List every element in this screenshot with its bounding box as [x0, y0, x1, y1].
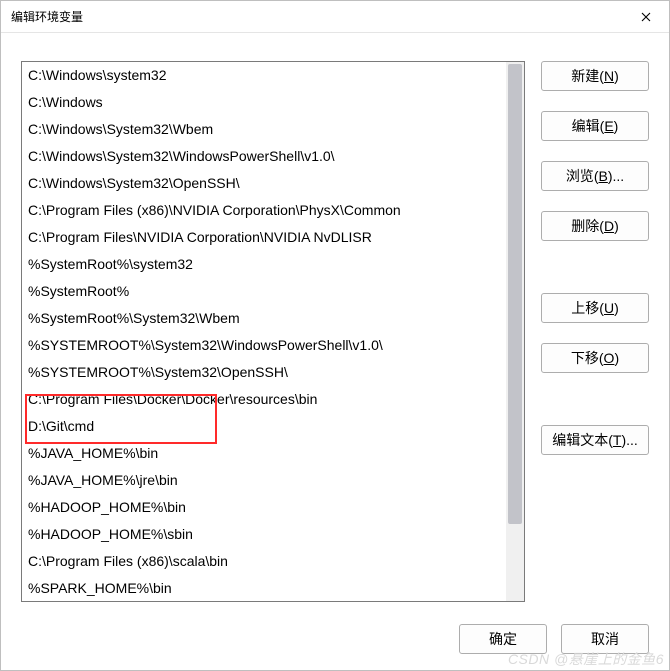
list-item[interactable]: C:\Windows\System32\WindowsPowerShell\v1… — [22, 143, 506, 170]
list-item[interactable]: %SystemRoot%\system32 — [22, 251, 506, 278]
list-item[interactable]: %SystemRoot%\System32\Wbem — [22, 305, 506, 332]
scrollbar[interactable] — [506, 62, 524, 601]
list-item[interactable]: %SYSTEMROOT%\System32\OpenSSH\ — [22, 359, 506, 386]
move-up-button[interactable]: 上移(U) — [541, 293, 649, 323]
list-item[interactable]: %SPARK_HOME%\bin — [22, 575, 506, 601]
list-item[interactable]: %SystemRoot% — [22, 278, 506, 305]
titlebar: 编辑环境变量 — [1, 1, 669, 33]
new-button[interactable]: 新建(N) — [541, 61, 649, 91]
ok-button[interactable]: 确定 — [459, 624, 547, 654]
delete-button[interactable]: 删除(D) — [541, 211, 649, 241]
list-item[interactable]: D:\Git\cmd — [22, 413, 506, 440]
path-list-wrap: C:\Windows\system32C:\WindowsC:\Windows\… — [21, 61, 525, 602]
cancel-button[interactable]: 取消 — [561, 624, 649, 654]
scroll-thumb[interactable] — [508, 64, 522, 524]
list-item[interactable]: %JAVA_HOME%\jre\bin — [22, 467, 506, 494]
dialog-footer: 确定 取消 — [1, 614, 669, 670]
edit-button[interactable]: 编辑(E) — [541, 111, 649, 141]
dialog-content: C:\Windows\system32C:\WindowsC:\Windows\… — [1, 33, 669, 614]
path-listbox[interactable]: C:\Windows\system32C:\WindowsC:\Windows\… — [21, 61, 525, 602]
list-item[interactable]: %HADOOP_HOME%\sbin — [22, 521, 506, 548]
env-var-editor-dialog: 编辑环境变量 C:\Windows\system32C:\WindowsC:\W… — [0, 0, 670, 671]
list-item[interactable]: %JAVA_HOME%\bin — [22, 440, 506, 467]
list-item[interactable]: C:\Windows\System32\OpenSSH\ — [22, 170, 506, 197]
close-icon — [641, 12, 651, 22]
edit-text-button[interactable]: 编辑文本(T)... — [541, 425, 649, 455]
window-title: 编辑环境变量 — [11, 8, 623, 25]
side-button-column: 新建(N) 编辑(E) 浏览(B)... 删除(D) 上移(U) 下移(O) 编… — [541, 61, 649, 602]
move-down-button[interactable]: 下移(O) — [541, 343, 649, 373]
list-item[interactable]: C:\Windows\system32 — [22, 62, 506, 89]
list-item[interactable]: C:\Program Files\Docker\Docker\resources… — [22, 386, 506, 413]
list-item[interactable]: C:\Windows — [22, 89, 506, 116]
list-item[interactable]: C:\Program Files\NVIDIA Corporation\NVID… — [22, 224, 506, 251]
close-button[interactable] — [623, 1, 669, 33]
list-item[interactable]: %HADOOP_HOME%\bin — [22, 494, 506, 521]
list-item[interactable]: C:\Program Files (x86)\NVIDIA Corporatio… — [22, 197, 506, 224]
list-item[interactable]: C:\Windows\System32\Wbem — [22, 116, 506, 143]
list-item[interactable]: %SYSTEMROOT%\System32\WindowsPowerShell\… — [22, 332, 506, 359]
list-item[interactable]: C:\Program Files (x86)\scala\bin — [22, 548, 506, 575]
browse-button[interactable]: 浏览(B)... — [541, 161, 649, 191]
